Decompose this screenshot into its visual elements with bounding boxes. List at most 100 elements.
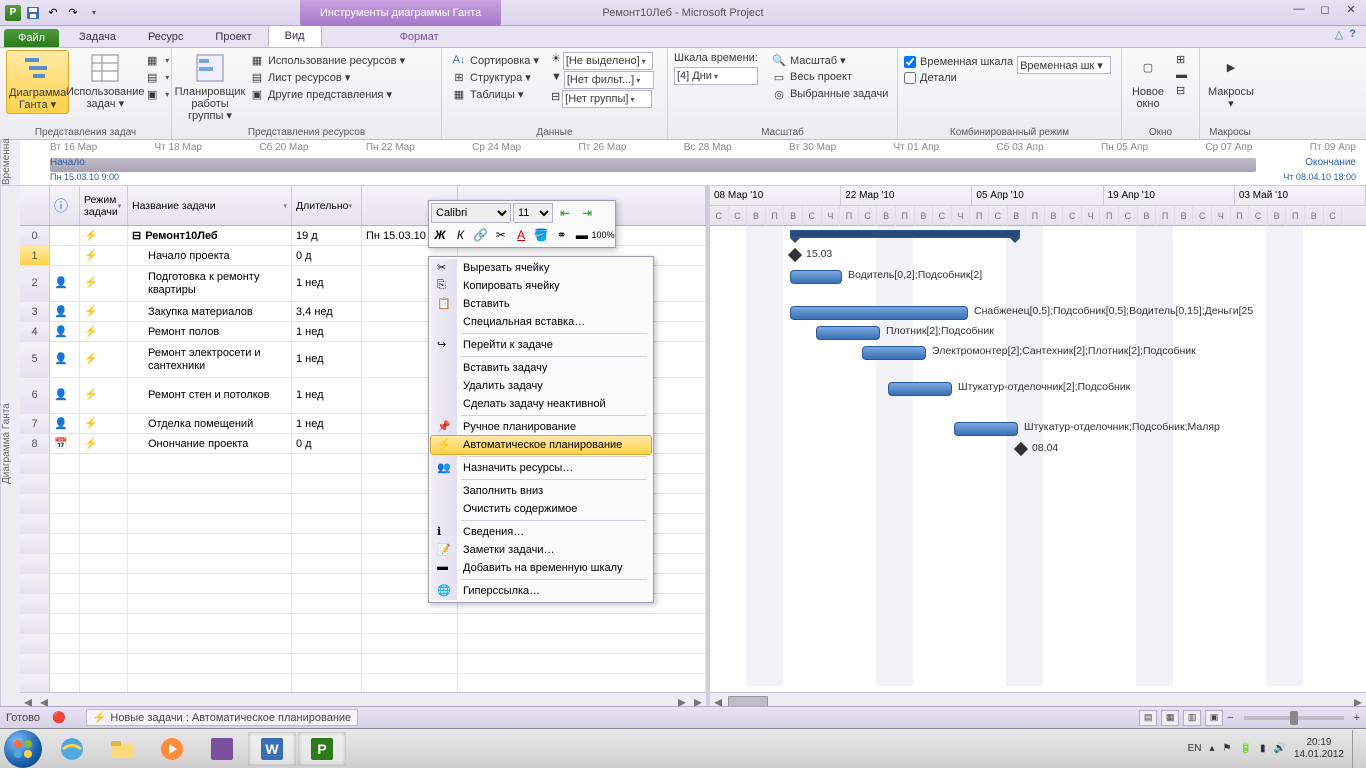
minimize-ribbon-icon[interactable]: △ xyxy=(1335,28,1343,41)
cell[interactable]: ⚡ xyxy=(80,302,128,321)
cell[interactable]: 8 xyxy=(20,434,50,453)
tab-view[interactable]: Вид xyxy=(268,25,322,47)
cell[interactable]: 3 xyxy=(20,302,50,321)
table-row[interactable] xyxy=(20,654,706,674)
tray-volume-icon[interactable]: 🔊 xyxy=(1273,743,1285,754)
word-taskbar-icon[interactable]: W xyxy=(248,732,296,766)
cell[interactable]: 1 нед xyxy=(292,266,362,301)
cell[interactable]: 0 xyxy=(20,226,50,245)
tray-power-icon[interactable]: 🔋 xyxy=(1240,743,1252,754)
gantt-chart-button[interactable]: Диаграмма Ганта ▾ xyxy=(6,50,69,114)
cell[interactable]: Ремонт электросети и сантехники xyxy=(128,342,292,377)
tab-task[interactable]: Задача xyxy=(63,27,132,47)
cell[interactable]: 2 xyxy=(20,266,50,301)
summary-bar[interactable] xyxy=(790,230,1020,238)
show-desktop-button[interactable] xyxy=(1352,730,1360,768)
cm-manual[interactable]: 📌Ручное планирование xyxy=(431,418,651,436)
cell[interactable]: 1 xyxy=(20,246,50,265)
timeline-bar[interactable] xyxy=(50,158,1256,172)
cell[interactable] xyxy=(50,246,80,265)
tab-format[interactable]: Формат xyxy=(384,27,455,47)
ie-taskbar-icon[interactable] xyxy=(48,732,96,766)
calendar-button[interactable]: ▤ xyxy=(141,69,173,85)
cell[interactable]: ⚡ xyxy=(80,266,128,301)
view-gantt-icon[interactable]: ▤ xyxy=(1139,710,1157,726)
cell[interactable]: 👤 xyxy=(50,302,80,321)
task-bar[interactable] xyxy=(790,270,842,284)
tables-button[interactable]: ▦Таблицы ▾ xyxy=(448,86,543,102)
other-res-views-button[interactable]: ▣Другие представления ▾ xyxy=(246,86,409,102)
cell[interactable]: Закупка материалов xyxy=(128,302,292,321)
cell[interactable]: Отделка помещений xyxy=(128,414,292,433)
view-team-icon[interactable]: ▥ xyxy=(1183,710,1201,726)
status-new-tasks[interactable]: ⚡ Новые задачи : Автоматическое планиров… xyxy=(86,709,358,726)
undo-icon[interactable]: ↶ xyxy=(44,4,62,22)
team-planner-button[interactable]: Планировщик работы группы ▾ xyxy=(178,50,242,124)
task-bar[interactable] xyxy=(790,306,968,320)
help-icon[interactable]: ? xyxy=(1349,28,1356,41)
other-views-button[interactable]: ▣ xyxy=(141,86,173,102)
task-bar[interactable] xyxy=(816,326,880,340)
view-sidebar[interactable]: Диаграмма Ганта xyxy=(0,186,20,710)
fill-color-icon[interactable]: 🪣 xyxy=(532,225,550,245)
cm-paste[interactable]: 📋Вставить xyxy=(431,295,651,313)
cell[interactable] xyxy=(50,226,80,245)
cell[interactable]: ⊟Ремонт10Леб xyxy=(128,226,292,245)
tab-resource[interactable]: Ресурс xyxy=(132,27,199,47)
cm-assign[interactable]: 👥Назначить ресурсы… xyxy=(431,459,651,477)
hide-button[interactable]: ▬ xyxy=(1172,68,1191,82)
cm-insert-task[interactable]: Вставить задачу xyxy=(431,359,651,377)
resource-sheet-button[interactable]: ▤Лист ресурсов ▾ xyxy=(246,69,409,85)
100pct-icon[interactable]: 100% xyxy=(593,225,613,245)
filter-combo[interactable]: [Нет фильт...] xyxy=(564,71,654,89)
cm-goto[interactable]: ↪Перейти к задаче xyxy=(431,336,651,354)
details-checkbox[interactable]: Детали xyxy=(904,72,1013,84)
tray-clock[interactable]: 20:1914.01.2012 xyxy=(1294,737,1344,761)
cell[interactable]: ⚡ xyxy=(80,322,128,341)
task-bar[interactable] xyxy=(888,382,952,396)
cell[interactable]: 3,4 нед xyxy=(292,302,362,321)
highlight-combo[interactable]: [Не выделено] xyxy=(563,52,653,70)
cell[interactable]: Подготовка к ремонту квартиры xyxy=(128,266,292,301)
col-name[interactable]: Название задачи▾ xyxy=(128,186,292,225)
status-recording-icon[interactable]: 🔴 xyxy=(52,711,66,724)
cell[interactable]: 19 д xyxy=(292,226,362,245)
outdent-icon[interactable]: ⇤ xyxy=(555,203,575,223)
cell[interactable]: Ремонт полов xyxy=(128,322,292,341)
explorer-taskbar-icon[interactable] xyxy=(98,732,146,766)
col-rownum[interactable] xyxy=(20,186,50,225)
cm-info[interactable]: ℹСведения… xyxy=(431,523,651,541)
group-combo[interactable]: [Нет группы] xyxy=(562,90,652,108)
cell[interactable]: 0 д xyxy=(292,434,362,453)
gantt-chart[interactable]: 08 Мар '1022 Мар '1005 Апр '1019 Апр '10… xyxy=(710,186,1366,710)
cell[interactable]: ⚡ xyxy=(80,246,128,265)
cell[interactable]: 5 xyxy=(20,342,50,377)
qat-dropdown-icon[interactable] xyxy=(84,4,102,22)
selected-tasks-button[interactable]: ◎Выбранные задачи xyxy=(768,86,892,102)
cm-paste-special[interactable]: Специальная вставка… xyxy=(431,313,651,331)
task-bar[interactable] xyxy=(862,346,926,360)
redo-icon[interactable]: ↷ xyxy=(64,4,82,22)
cm-fill[interactable]: Заполнить вниз xyxy=(431,482,651,500)
task-bar[interactable] xyxy=(954,422,1018,436)
cell[interactable]: 4 xyxy=(20,322,50,341)
col-duration[interactable]: Длительно▾ xyxy=(292,186,362,225)
zoom-slider[interactable] xyxy=(1244,716,1344,720)
arrange-button[interactable]: ⊞ xyxy=(1172,52,1191,67)
tray-network-icon[interactable]: ▮ xyxy=(1260,743,1266,754)
tab-project[interactable]: Проект xyxy=(199,27,267,47)
outline-button[interactable]: ⊞Структура ▾ xyxy=(448,69,543,85)
save-icon[interactable] xyxy=(24,4,42,22)
cell[interactable]: Начало проекта xyxy=(128,246,292,265)
link-tasks-icon[interactable]: 🔗 xyxy=(472,225,490,245)
cell[interactable]: 📅 xyxy=(50,434,80,453)
task-usage-button[interactable]: Использование задач ▾ xyxy=(73,50,137,112)
cell[interactable]: 0 д xyxy=(292,246,362,265)
cell[interactable]: 👤 xyxy=(50,378,80,413)
network-diagram-button[interactable]: ▦ xyxy=(141,52,173,68)
maximize-icon[interactable]: ◻ xyxy=(1316,3,1334,16)
timescale-combo[interactable]: [4] Дни xyxy=(674,67,758,85)
cell[interactable]: ⚡ xyxy=(80,414,128,433)
milestone-start[interactable] xyxy=(788,248,802,262)
view-sheet-icon[interactable]: ▣ xyxy=(1205,710,1223,726)
